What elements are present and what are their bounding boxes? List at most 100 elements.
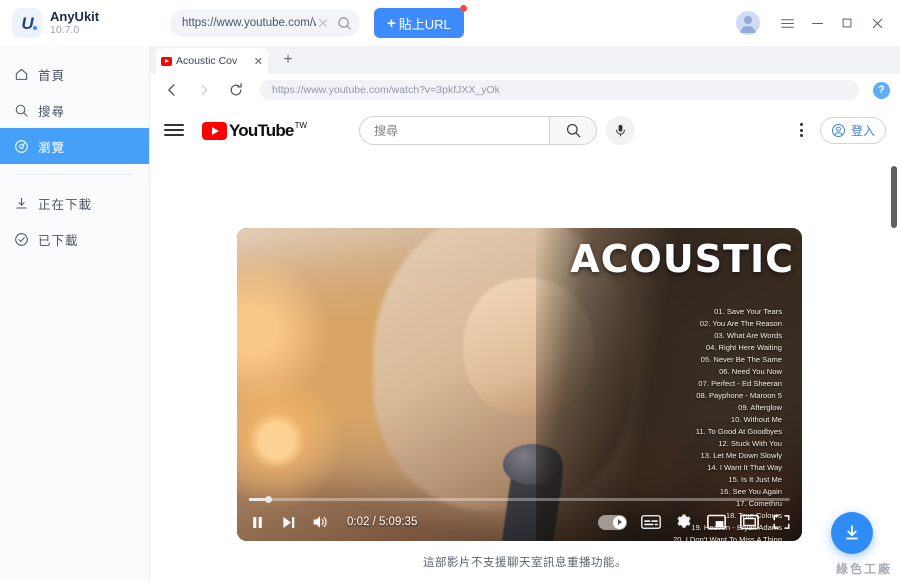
help-icon[interactable]: ? bbox=[873, 81, 890, 99]
autoplay-toggle[interactable] bbox=[598, 514, 627, 530]
address-bar[interactable]: https://www.youtube.com/watch?v=3pkfJXX_… bbox=[260, 80, 859, 100]
anyukit-logo-icon: U bbox=[12, 8, 42, 38]
video-seek-bar[interactable] bbox=[249, 496, 790, 503]
video-player[interactable]: ACOUSTIC 01. Save Your Tears 02. You Are… bbox=[237, 228, 802, 541]
sidebar-label-home: 首頁 bbox=[38, 68, 66, 83]
theater-mode-button[interactable] bbox=[740, 514, 759, 530]
volume-button[interactable] bbox=[311, 513, 329, 531]
paste-url-button[interactable]: + 貼上URL bbox=[374, 5, 467, 38]
minimize-button[interactable] bbox=[804, 10, 830, 36]
watermark: 綠色工廠 bbox=[835, 562, 892, 576]
url-search-value: https://www.youtube.com/wc bbox=[182, 17, 316, 29]
avatar[interactable] bbox=[736, 11, 760, 35]
forward-button[interactable] bbox=[192, 78, 216, 102]
youtube-search-button[interactable] bbox=[549, 115, 598, 145]
menu-icon[interactable] bbox=[774, 10, 800, 36]
tab-strip: Acoustic Cov ✕ + bbox=[150, 46, 900, 74]
youtube-logo[interactable]: YouTube TW bbox=[202, 120, 307, 141]
video-controls: 0:02 / 5:09:35 bbox=[237, 503, 802, 541]
app-version: 10.7.0 bbox=[50, 23, 80, 36]
settings-gear-icon[interactable] bbox=[675, 513, 693, 531]
app-window: U AnyUkit 10.7.0 https://www.youtube.com… bbox=[0, 0, 900, 581]
search-icon[interactable] bbox=[336, 15, 352, 31]
maximize-button[interactable] bbox=[834, 10, 860, 36]
tab-close-icon[interactable]: ✕ bbox=[254, 55, 263, 68]
reload-button[interactable] bbox=[224, 78, 248, 102]
autoplay-toggle-knob bbox=[613, 515, 626, 529]
sidebar: 首頁 搜尋 瀏覽 正在下載 已下載 bbox=[0, 46, 150, 581]
track-item: 02. You Are The Reason bbox=[699, 319, 782, 328]
track-item: 09. Afterglow bbox=[738, 403, 782, 412]
download-icon bbox=[846, 525, 858, 540]
brand: U AnyUkit 10.7.0 bbox=[0, 8, 150, 38]
browser-tab[interactable]: Acoustic Cov ✕ bbox=[156, 48, 268, 74]
sidebar-item-home[interactable]: 首頁 bbox=[0, 56, 149, 92]
scrollbar-thumb[interactable] bbox=[891, 166, 897, 228]
brand-text: AnyUkit 10.7.0 bbox=[50, 8, 100, 37]
youtube-country-code: TW bbox=[294, 120, 308, 130]
sidebar-label-search: 搜尋 bbox=[38, 104, 66, 119]
youtube-wordmark: YouTube bbox=[229, 120, 294, 140]
track-item: 12. Stuck With You bbox=[718, 439, 782, 448]
pause-button[interactable] bbox=[249, 514, 266, 531]
track-item: 08. Payphone - Maroon 5 bbox=[696, 391, 782, 400]
check-circle-icon bbox=[14, 232, 29, 247]
track-item: 11. To Good At Goodbyes bbox=[695, 427, 782, 436]
time-display: 0:02 / 5:09:35 bbox=[347, 516, 418, 528]
sidebar-item-downloaded[interactable]: 已下載 bbox=[0, 221, 149, 257]
miniplayer-button[interactable] bbox=[707, 514, 726, 530]
voice-search-icon[interactable] bbox=[606, 115, 636, 145]
signin-button[interactable]: 登入 bbox=[819, 116, 886, 144]
subtitles-button[interactable] bbox=[641, 514, 661, 530]
track-item: 15. Is It Just Me bbox=[728, 475, 782, 484]
url-search-field[interactable]: https://www.youtube.com/wc bbox=[170, 9, 360, 37]
signin-label: 登入 bbox=[850, 123, 875, 138]
track-item: 04. Right Here Waiting bbox=[705, 343, 782, 352]
track-item: 14. I Want It That Way bbox=[707, 463, 782, 472]
video-overlay-title: ACOUSTIC bbox=[570, 237, 794, 281]
close-button[interactable] bbox=[864, 10, 890, 36]
track-item: 05. Never Be The Same bbox=[700, 355, 782, 364]
youtube-favicon-icon bbox=[161, 56, 172, 66]
back-button[interactable] bbox=[160, 78, 184, 102]
notification-dot bbox=[459, 5, 467, 12]
sidebar-item-browse[interactable]: 瀏覽 bbox=[0, 128, 149, 164]
track-item: 01. Save Your Tears bbox=[714, 307, 782, 316]
home-icon bbox=[14, 67, 29, 82]
youtube-search-group: 搜尋 bbox=[359, 115, 636, 145]
chat-replay-note: 這部影片不支援聊天室訊息重播功能。 bbox=[423, 557, 627, 569]
track-item: 16. See You Again bbox=[719, 487, 782, 496]
plus-icon: + bbox=[387, 14, 396, 32]
youtube-header-right: 登入 bbox=[792, 116, 886, 144]
tab-title: Acoustic Cov bbox=[176, 55, 238, 67]
browser-pane: Acoustic Cov ✕ + https://www.youtube.com… bbox=[150, 46, 900, 581]
track-item: 06. Need You Now bbox=[719, 367, 782, 376]
sidebar-item-search[interactable]: 搜尋 bbox=[0, 92, 149, 128]
logo-letter: U bbox=[21, 13, 33, 33]
logo-dot bbox=[33, 26, 37, 30]
download-fab-button[interactable] bbox=[831, 512, 873, 554]
sidebar-label-downloaded: 已下載 bbox=[38, 233, 79, 248]
track-item: 03. What Are Words bbox=[714, 331, 782, 340]
clear-icon[interactable] bbox=[316, 16, 330, 30]
page-scrollbar[interactable] bbox=[890, 166, 898, 581]
fullscreen-button[interactable] bbox=[773, 514, 790, 530]
search-icon bbox=[14, 103, 29, 118]
track-item: 07. Perfect - Ed Sheeran bbox=[698, 379, 782, 388]
new-tab-button[interactable]: + bbox=[278, 50, 298, 70]
sidebar-item-downloading[interactable]: 正在下載 bbox=[0, 185, 149, 221]
sidebar-label-browse: 瀏覽 bbox=[38, 140, 66, 155]
seek-progress bbox=[249, 498, 266, 501]
sidebar-label-downloading: 正在下載 bbox=[38, 197, 93, 212]
next-video-button[interactable] bbox=[280, 514, 297, 531]
track-item: 13. Let Me Down Slowly bbox=[700, 451, 782, 460]
more-options-icon[interactable] bbox=[792, 120, 812, 140]
app-titlebar: U AnyUkit 10.7.0 https://www.youtube.com… bbox=[0, 0, 900, 46]
download-icon bbox=[14, 196, 29, 211]
youtube-search-input[interactable]: 搜尋 bbox=[359, 115, 550, 145]
browser-navbar: https://www.youtube.com/watch?v=3pkfJXX_… bbox=[150, 74, 900, 106]
app-name: AnyUkit bbox=[50, 8, 100, 24]
hamburger-menu-icon[interactable] bbox=[164, 120, 184, 140]
track-item: 10. Without Me bbox=[730, 415, 782, 424]
youtube-page: YouTube TW 搜尋 登入 ACOUSTIC 01. Save Your … bbox=[150, 106, 900, 581]
